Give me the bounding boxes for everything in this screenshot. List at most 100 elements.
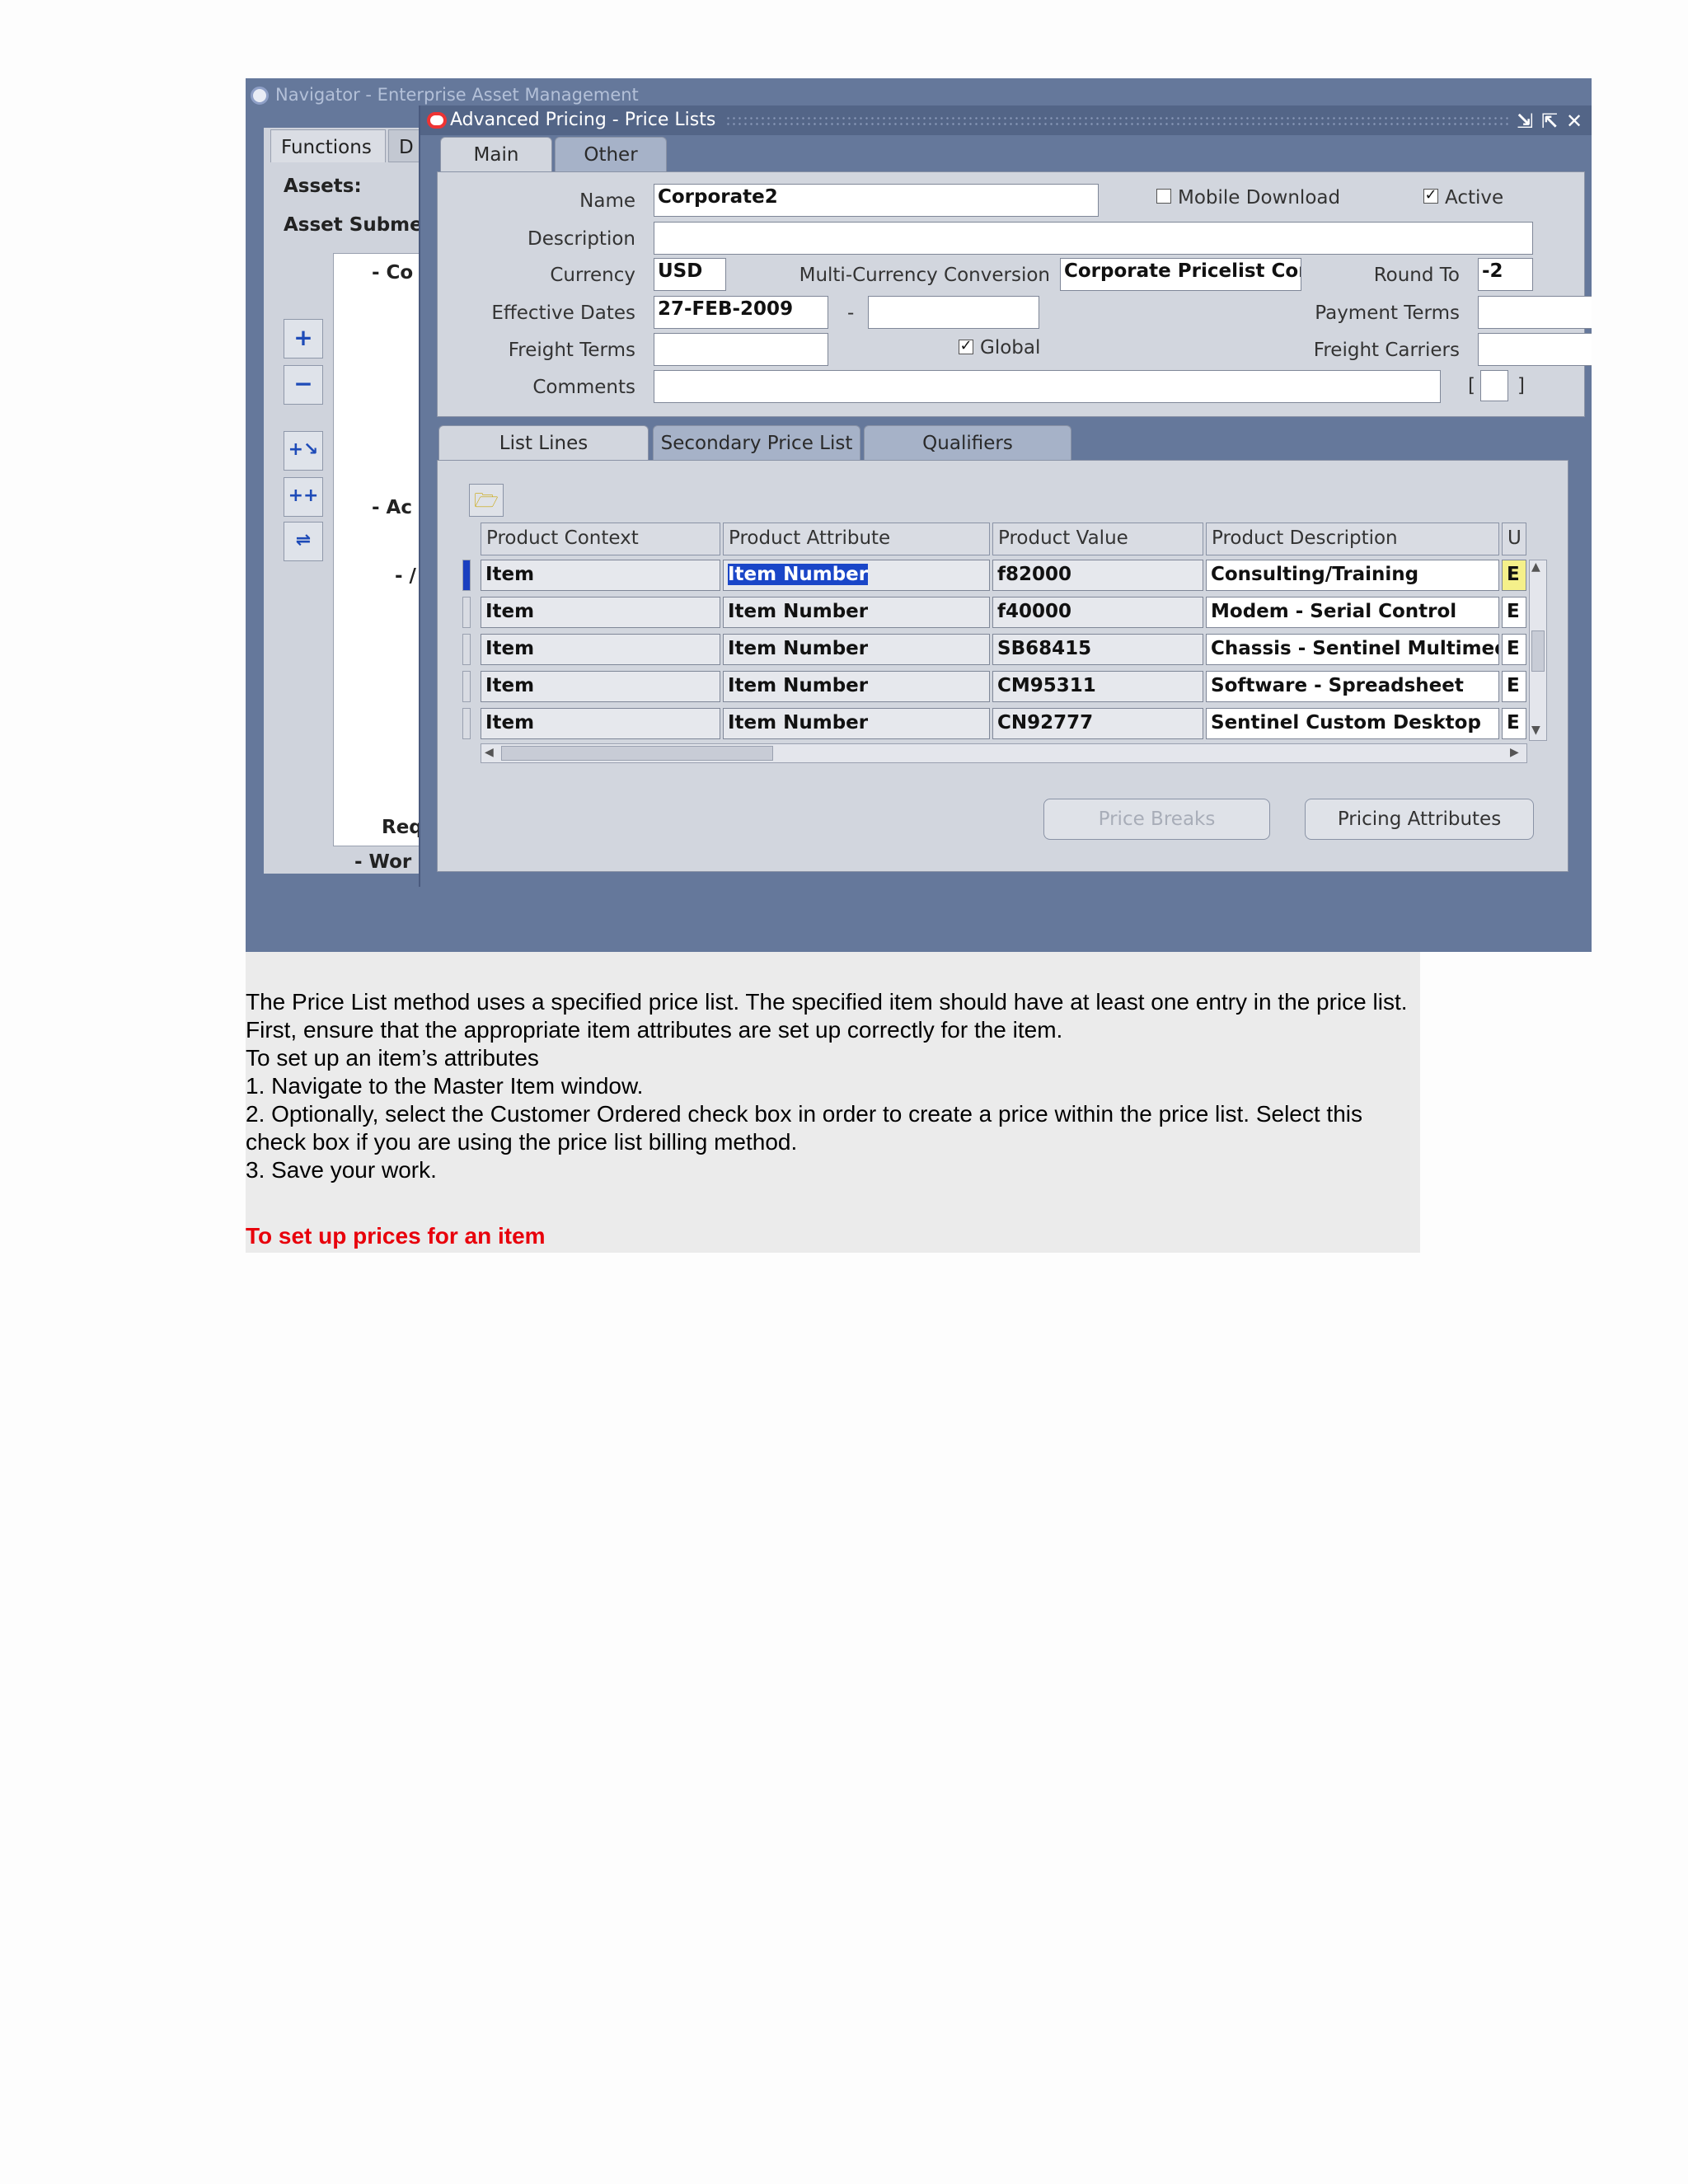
table-cell-value[interactable]: CM95311 <box>992 671 1203 702</box>
price-lists-window: Advanced Pricing - Price Lists ⇲ ⇱ ✕ Mai… <box>419 105 1592 887</box>
comments-field[interactable] <box>654 370 1441 403</box>
expand-icon[interactable]: + <box>284 319 323 359</box>
global-label: Global <box>980 337 1041 359</box>
vertical-scroll-thumb[interactable] <box>1531 630 1545 672</box>
table-cell-value[interactable]: f40000 <box>992 597 1203 628</box>
descriptive-flexfield[interactable] <box>1480 370 1508 401</box>
active-checkbox[interactable]: ✓ <box>1423 188 1438 204</box>
pricing-attributes-button[interactable]: Pricing Attributes <box>1305 799 1534 840</box>
close-icon[interactable]: ✕ <box>1566 110 1582 133</box>
effective-from-field[interactable]: 27-FEB-2009 <box>654 296 828 329</box>
tab-secondary-price-list[interactable]: Secondary Price List <box>653 425 860 460</box>
table-cell-context[interactable]: Item <box>481 634 720 665</box>
col-product-value: Product Value <box>992 523 1203 555</box>
mobile-download-label: Mobile Download <box>1178 187 1341 209</box>
tab-functions[interactable]: Functions <box>270 129 386 162</box>
table-cell-attribute[interactable]: Item Number <box>723 634 990 665</box>
col-uom: U <box>1502 523 1526 555</box>
tree-item[interactable]: - / <box>395 565 416 587</box>
comments-label: Comments <box>532 377 635 398</box>
table-cell-description[interactable]: Chassis - Sentinel Multimedia <box>1206 634 1499 665</box>
expand-all-icon[interactable]: ++ <box>284 477 323 517</box>
payment-terms-field[interactable] <box>1478 296 1592 329</box>
effective-to-field[interactable] <box>868 296 1039 329</box>
table-cell-context[interactable]: Item <box>481 708 720 739</box>
table-cell-attribute[interactable]: Item Number <box>723 597 990 628</box>
asset-submenu-label: Asset Submer <box>284 214 433 236</box>
table-cell-uom[interactable]: E <box>1502 560 1526 591</box>
effective-dates-label: Effective Dates <box>491 302 635 324</box>
global-checkbox[interactable]: ✓ <box>959 339 973 354</box>
currency-field[interactable]: USD <box>654 258 726 291</box>
table-cell-description[interactable]: Modem - Serial Control <box>1206 597 1499 628</box>
collapse-all-icon[interactable]: ⇌ <box>284 522 323 561</box>
table-cell-uom[interactable]: E <box>1502 708 1526 739</box>
scroll-down-icon[interactable]: ▼ <box>1531 724 1540 737</box>
screenshot: Navigator - Enterprise Asset Management … <box>246 78 1592 952</box>
table-cell-context[interactable]: Item <box>481 560 720 591</box>
vertical-scrollbar[interactable]: ▲ ▼ <box>1529 560 1547 741</box>
table-cell-attribute[interactable]: Item Number <box>723 708 990 739</box>
table-cell-attribute[interactable]: Item Number <box>723 671 990 702</box>
step-3: 3. Save your work. <box>246 1157 437 1183</box>
table-cell-context[interactable]: Item <box>481 597 720 628</box>
minimize-icon[interactable]: ⇲ <box>1517 110 1533 133</box>
flexfield-bracket-close: ] <box>1517 375 1525 396</box>
row-indicator-current[interactable] <box>462 560 471 591</box>
row-indicator[interactable] <box>462 671 471 702</box>
header-panel: Name Corporate2 Mobile Download ✓ Active… <box>437 171 1592 417</box>
tab-qualifiers[interactable]: Qualifiers <box>864 425 1071 460</box>
col-product-attribute: Product Attribute <box>723 523 990 555</box>
freight-carriers-field[interactable] <box>1478 333 1592 366</box>
table-cell-description[interactable]: Sentinel Custom Desktop <box>1206 708 1499 739</box>
freight-carriers-label: Freight Carriers <box>1313 340 1460 361</box>
table-cell-attribute[interactable]: Item Number <box>723 560 990 591</box>
table-cell-uom[interactable]: E <box>1502 671 1526 702</box>
row-indicator[interactable] <box>462 597 471 628</box>
intro-paragraph: The Price List method uses a specified p… <box>246 989 1408 1043</box>
name-field[interactable]: Corporate2 <box>654 184 1099 217</box>
row-indicator[interactable] <box>462 708 471 739</box>
tree-item[interactable]: - Wor <box>354 851 411 873</box>
row-indicator[interactable] <box>462 634 471 665</box>
tab-main[interactable]: Main <box>440 137 552 171</box>
scroll-right-icon[interactable]: ▶ <box>1510 746 1519 759</box>
tab-other[interactable]: Other <box>555 137 667 171</box>
table-cell-uom[interactable]: E <box>1502 597 1526 628</box>
active-label: Active <box>1445 187 1504 209</box>
prices-heading: To set up prices for an item <box>246 1223 546 1249</box>
tree-item[interactable]: - Ac <box>372 497 412 518</box>
list-lines-panel: 🗁 Product Context Product Attribute Prod… <box>437 460 1568 872</box>
table-cell-description[interactable]: Consulting/Training <box>1206 560 1499 591</box>
round-to-field[interactable]: -2 <box>1478 258 1533 291</box>
scroll-up-icon[interactable]: ▲ <box>1531 560 1540 574</box>
table-cell-value[interactable]: CN92777 <box>992 708 1203 739</box>
table-cell-value[interactable]: f82000 <box>992 560 1203 591</box>
price-breaks-button[interactable]: Price Breaks <box>1043 799 1270 840</box>
oracle-logo-icon <box>427 112 447 129</box>
expand-branch-icon[interactable]: +↘ <box>284 431 323 471</box>
payment-terms-label: Payment Terms <box>1315 302 1460 324</box>
multi-currency-field[interactable]: Corporate Pricelist Conv <box>1060 258 1301 291</box>
freight-terms-field[interactable] <box>654 333 828 366</box>
maximize-icon[interactable]: ⇱ <box>1541 110 1558 133</box>
tab-list-lines[interactable]: List Lines <box>438 425 649 460</box>
attributes-subheading: To set up an item’s attributes <box>246 1045 539 1071</box>
table-cell-context[interactable]: Item <box>481 671 720 702</box>
tree-item[interactable]: Req <box>382 817 423 838</box>
tree-item[interactable]: - Co <box>372 262 413 284</box>
collapse-icon[interactable]: − <box>284 365 323 405</box>
description-field[interactable] <box>654 222 1533 255</box>
scroll-left-icon[interactable]: ◀ <box>485 746 494 759</box>
horizontal-scrollbar[interactable]: ◀ ▶ <box>481 743 1527 763</box>
mobile-download-checkbox[interactable] <box>1156 189 1171 204</box>
open-folder-icon[interactable]: 🗁 <box>469 484 504 517</box>
date-separator: - <box>847 302 855 324</box>
description-label: Description <box>528 228 635 250</box>
table-cell-value[interactable]: SB68415 <box>992 634 1203 665</box>
multi-currency-label: Multi-Currency Conversion <box>799 265 1050 286</box>
table-cell-uom[interactable]: E <box>1502 634 1526 665</box>
horizontal-scroll-thumb[interactable] <box>501 746 773 761</box>
table-cell-description[interactable]: Software - Spreadsheet <box>1206 671 1499 702</box>
currency-label: Currency <box>550 265 635 286</box>
